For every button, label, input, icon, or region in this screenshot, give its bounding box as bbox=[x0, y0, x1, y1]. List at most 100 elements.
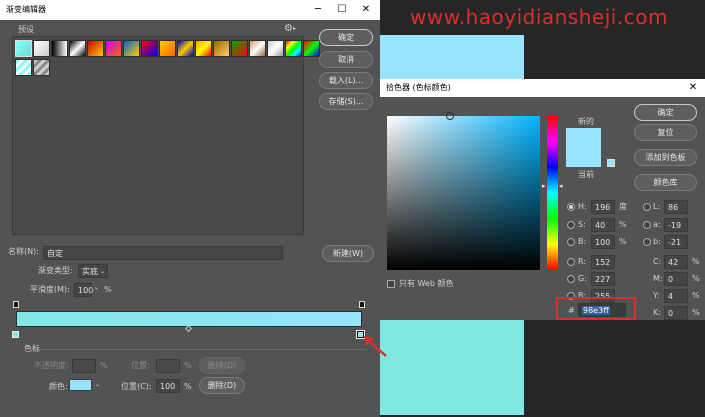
preset-swatch[interactable] bbox=[213, 40, 230, 57]
color-delete-button[interactable]: 删除(D) bbox=[199, 377, 245, 394]
opacity-stop-right[interactable] bbox=[359, 301, 365, 308]
color-picker-title: 拾色器 (色标颜色) bbox=[386, 83, 451, 92]
radio-h[interactable] bbox=[567, 203, 575, 211]
preset-swatch[interactable] bbox=[15, 59, 32, 76]
y-input[interactable]: 4 bbox=[664, 289, 688, 303]
r-input[interactable]: 152 bbox=[591, 255, 615, 269]
presets-label: 预设 bbox=[18, 25, 34, 34]
g-input[interactable]: 227 bbox=[591, 272, 615, 286]
presets-panel bbox=[12, 36, 320, 235]
radio-b[interactable] bbox=[567, 238, 575, 246]
annotation-arrow bbox=[364, 336, 387, 357]
m-label: M: bbox=[653, 274, 663, 283]
smoothness-input[interactable]: 100 bbox=[74, 283, 93, 297]
r-label: R: bbox=[578, 257, 587, 266]
opacity-percent: % bbox=[100, 361, 108, 370]
c-input[interactable]: 42 bbox=[664, 255, 688, 269]
preset-swatch[interactable] bbox=[159, 40, 176, 57]
ok-button[interactable]: 确定 bbox=[319, 29, 373, 46]
opacity-label: 不透明度: bbox=[34, 361, 69, 370]
current-color-label: 当前 bbox=[578, 170, 594, 179]
radio-s[interactable] bbox=[567, 221, 575, 229]
canvas-swatch-top bbox=[380, 35, 524, 79]
color-field[interactable] bbox=[387, 112, 540, 270]
current-color-swatch[interactable] bbox=[566, 148, 601, 167]
preset-swatch[interactable] bbox=[231, 40, 248, 57]
k-input[interactable]: 0 bbox=[664, 306, 688, 320]
stop-color-swatch[interactable] bbox=[69, 379, 92, 391]
new-color-label: 新的 bbox=[578, 117, 594, 126]
h-label: H: bbox=[578, 202, 587, 211]
radio-lab-b[interactable] bbox=[643, 238, 651, 246]
hue-slider-arrow-right[interactable]: ◂ bbox=[559, 182, 563, 190]
l-input[interactable]: 86 bbox=[664, 200, 688, 214]
preset-swatch[interactable] bbox=[303, 40, 320, 57]
color-stop-left[interactable] bbox=[12, 331, 19, 338]
a-label: a: bbox=[653, 220, 661, 229]
s-input[interactable]: 40 bbox=[591, 218, 615, 232]
preset-swatch[interactable] bbox=[285, 40, 302, 57]
presets-expand-icon[interactable]: ▸ bbox=[293, 25, 296, 32]
radio-l[interactable] bbox=[643, 203, 651, 211]
name-input[interactable]: 自定 bbox=[43, 246, 283, 260]
preset-swatch[interactable] bbox=[69, 40, 86, 57]
g-label: G: bbox=[578, 274, 587, 283]
opacity-stop-left[interactable] bbox=[13, 301, 19, 308]
preset-swatch[interactable] bbox=[267, 40, 284, 57]
preset-swatch[interactable] bbox=[141, 40, 158, 57]
save-button[interactable]: 存储(S)... bbox=[319, 93, 373, 110]
web-only-checkbox[interactable] bbox=[387, 280, 395, 288]
hue-slider[interactable] bbox=[547, 116, 558, 270]
b-input[interactable]: 100 bbox=[591, 235, 615, 249]
preset-swatch[interactable] bbox=[15, 40, 32, 57]
add-to-swatches-button[interactable]: 添加到色板 bbox=[634, 149, 697, 166]
lab-b-input[interactable]: -21 bbox=[664, 235, 688, 249]
opacity-location-input bbox=[156, 359, 180, 373]
stop-color-dropdown-icon[interactable]: ⌄ bbox=[95, 381, 100, 388]
load-button[interactable]: 载入(L)... bbox=[319, 72, 373, 89]
a-input[interactable]: -19 bbox=[664, 218, 688, 232]
preset-swatch[interactable] bbox=[123, 40, 140, 57]
preset-swatch[interactable] bbox=[105, 40, 122, 57]
preset-swatch[interactable] bbox=[51, 40, 68, 57]
new-button[interactable]: 新建(W) bbox=[322, 245, 374, 262]
picker-ok-button[interactable]: 确定 bbox=[634, 104, 697, 121]
m-input[interactable]: 0 bbox=[664, 272, 688, 286]
close-icon[interactable]: ✕ bbox=[354, 0, 378, 20]
m-unit: % bbox=[692, 274, 700, 283]
cancel-button[interactable]: 取消 bbox=[319, 51, 373, 68]
gradient-type-value: 实底 bbox=[82, 267, 98, 276]
radio-r[interactable] bbox=[567, 258, 575, 266]
gamut-cube-icon[interactable] bbox=[607, 159, 615, 167]
smoothness-dropdown-icon[interactable]: ⌄ bbox=[94, 284, 99, 291]
web-only-label: 只有 Web 颜色 bbox=[399, 279, 454, 288]
minimize-icon[interactable]: ─ bbox=[306, 0, 330, 20]
picker-reset-button[interactable]: 复位 bbox=[634, 124, 697, 141]
b-label: B: bbox=[578, 237, 587, 246]
color-field-cursor[interactable] bbox=[446, 112, 454, 120]
color-libraries-button[interactable]: 颜色库 bbox=[634, 174, 697, 191]
preset-swatch[interactable] bbox=[177, 40, 194, 57]
presets-settings-icon[interactable]: ⚙ bbox=[284, 23, 293, 34]
gradient-type-select[interactable]: 实底 ⌄ bbox=[78, 264, 108, 278]
window-title: 渐变编辑器 bbox=[6, 5, 46, 14]
hue-slider-arrow-left[interactable]: ▸ bbox=[542, 182, 546, 190]
h-input[interactable]: 196 bbox=[591, 200, 615, 214]
preset-swatch[interactable] bbox=[87, 40, 104, 57]
stops-section-label: 色标 bbox=[24, 344, 40, 353]
maximize-icon[interactable]: ☐ bbox=[330, 0, 354, 20]
b-unit: % bbox=[619, 237, 627, 246]
hex-input[interactable]: 98e3ff bbox=[578, 303, 626, 317]
radio-a[interactable] bbox=[643, 221, 651, 229]
preset-swatch[interactable] bbox=[195, 40, 212, 57]
color-picker-close-icon[interactable]: ✕ bbox=[681, 79, 705, 97]
new-color-swatch bbox=[566, 128, 601, 148]
preset-swatch[interactable] bbox=[249, 40, 266, 57]
preset-swatch[interactable] bbox=[33, 40, 50, 57]
color-location-input[interactable]: 100 bbox=[156, 379, 180, 393]
preset-swatch[interactable] bbox=[33, 59, 50, 76]
lab-b-label: b: bbox=[653, 237, 661, 246]
radio-g[interactable] bbox=[567, 275, 575, 283]
c-unit: % bbox=[692, 257, 700, 266]
opacity-location-label: 位置: bbox=[131, 361, 150, 370]
